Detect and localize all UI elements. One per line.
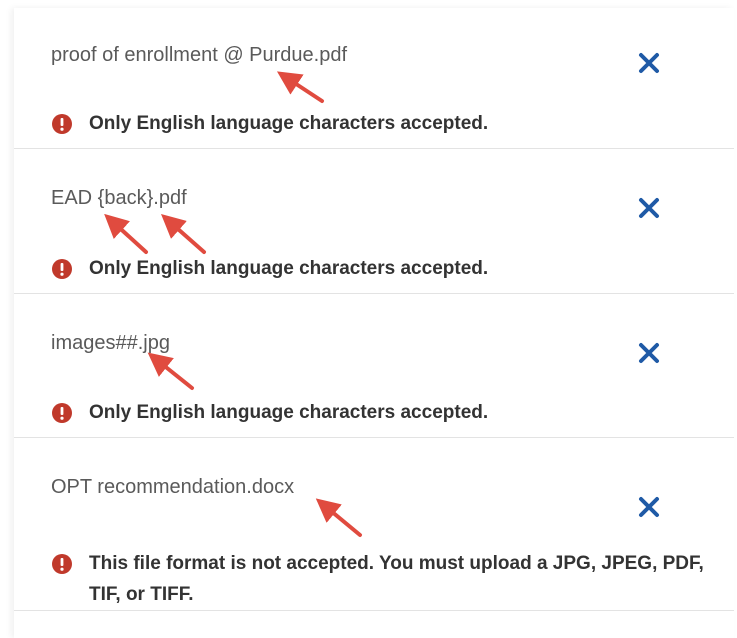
error-text: Only English language characters accepte… <box>89 402 489 423</box>
file-name: images##.jpg <box>51 332 170 354</box>
close-icon <box>639 343 659 363</box>
file-item: OPT recommendation.docx This file format… <box>14 438 734 611</box>
file-item: images##.jpg Only English language chara… <box>14 294 734 438</box>
exclamation-circle-icon <box>52 554 72 574</box>
file-name: proof of enrollment @ Purdue.pdf <box>51 44 348 66</box>
close-icon <box>639 53 659 73</box>
error-text: Only English language characters accepte… <box>89 258 489 279</box>
exclamation-circle-icon <box>52 403 72 423</box>
error-text: This file format is not accepted. You mu… <box>89 553 704 605</box>
file-item: EAD {back}.pdf Only English language cha… <box>14 149 734 294</box>
remove-file-button[interactable] <box>636 340 662 366</box>
remove-file-button[interactable] <box>636 195 662 221</box>
file-name: OPT recommendation.docx <box>51 476 295 498</box>
remove-file-button[interactable] <box>636 50 662 76</box>
exclamation-circle-icon <box>52 114 72 134</box>
file-error-message: Only English language characters accepte… <box>52 401 722 428</box>
error-text: Only English language characters accepte… <box>89 113 489 134</box>
file-error-message: Only English language characters accepte… <box>52 257 722 284</box>
close-icon <box>639 198 659 218</box>
file-upload-list: proof of enrollment @ Purdue.pdf Only En… <box>14 8 734 638</box>
file-name: EAD {back}.pdf <box>51 187 187 209</box>
close-icon <box>639 497 659 517</box>
file-error-message: Only English language characters accepte… <box>52 112 722 139</box>
file-error-message: This file format is not accepted. You mu… <box>52 552 722 610</box>
remove-file-button[interactable] <box>636 494 662 520</box>
file-item: proof of enrollment @ Purdue.pdf Only En… <box>14 8 734 149</box>
exclamation-circle-icon <box>52 259 72 279</box>
